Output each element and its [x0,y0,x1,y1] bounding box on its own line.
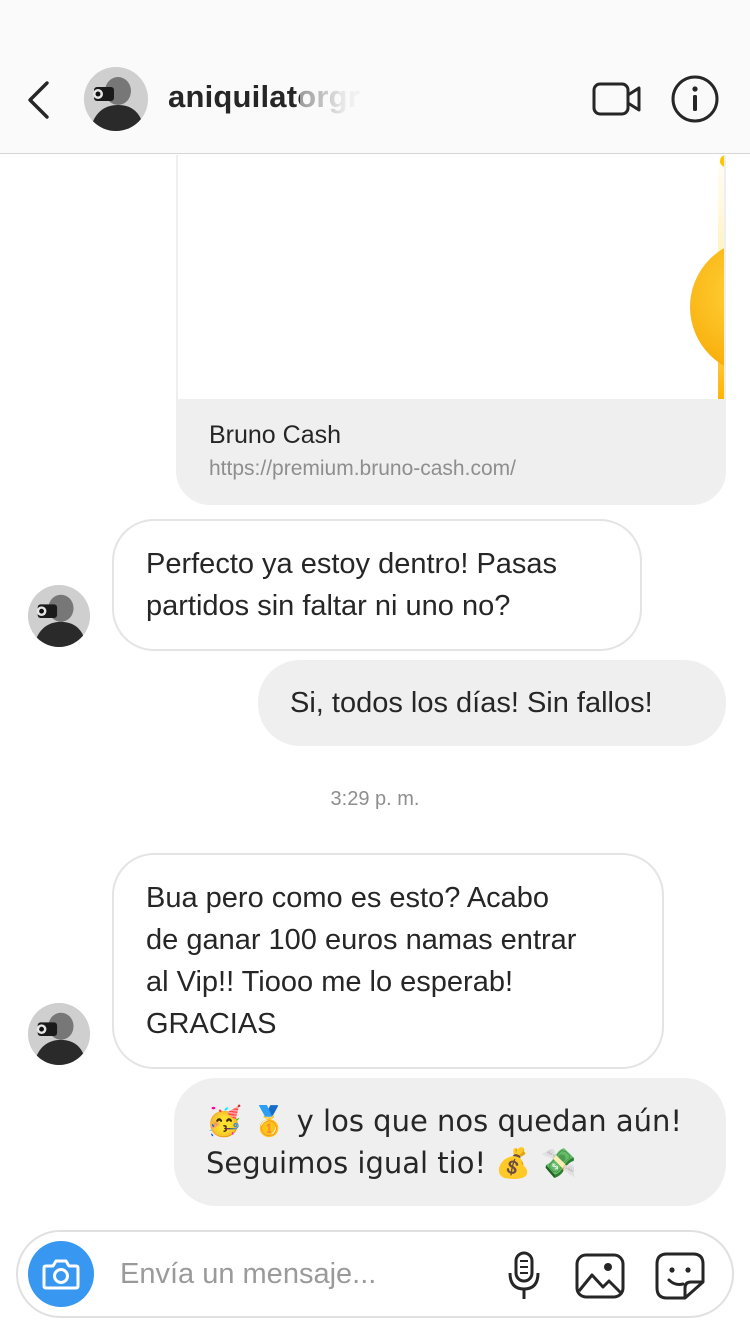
camera-icon [42,1259,80,1290]
info-button[interactable] [668,72,722,126]
info-icon [671,75,719,123]
video-camera-icon [592,82,641,116]
message-thread[interactable]: Bruno Cash https://premium.bruno-cash.co… [0,155,750,1225]
link-url[interactable]: https://premium.bruno-cash.com/ [209,457,516,481]
message-line: Si, todos los días! Sin fallos! [290,687,653,719]
sender-avatar[interactable] [28,1003,90,1065]
timestamp: 3:29 p. m. [330,788,420,810]
chevron-left-icon [28,81,49,119]
message-line: Perfecto ya estoy dentro! Pasas [146,548,558,580]
name-redaction [300,76,540,126]
sender-avatar[interactable] [28,585,90,647]
sticker-icon [655,1252,705,1300]
image-icon [575,1253,625,1299]
microphone-icon [508,1251,540,1299]
link-preview-image [178,155,724,399]
video-call-button[interactable] [588,76,646,122]
status-bar [0,0,750,52]
outgoing-message[interactable]: Si, todos los días! Sin fallos! [258,660,726,746]
message-line: al Vip!! Tiooo me lo esperab! [146,966,514,998]
incoming-message[interactable]: Perfecto ya estoy dentro! Pasas partidos… [112,519,642,651]
link-preview-card[interactable]: Bruno Cash https://premium.bruno-cash.co… [176,155,726,505]
link-preview-info: Bruno Cash https://premium.bruno-cash.co… [178,399,724,503]
message-input[interactable] [120,1250,490,1298]
back-button[interactable] [18,76,58,124]
gallery-button[interactable] [572,1248,628,1304]
outgoing-message[interactable]: 🥳 🥇 y los que nos quedan aún! Seguimos i… [174,1078,726,1206]
message-line: Bua pero como es esto? Acabo [146,882,550,914]
message-line: Seguimos igual tio! 💰 💸 [206,1146,577,1180]
sticker-button[interactable] [652,1248,708,1304]
chat-header: aniquilatorgr [0,52,750,154]
message-line: de ganar 100 euros namas entrar [146,924,577,956]
incoming-message[interactable]: Bua pero como es esto? Acabo de ganar 10… [112,853,664,1069]
link-title: Bruno Cash [209,421,342,449]
message-composer [16,1230,734,1318]
voice-message-button[interactable] [502,1248,546,1304]
message-line: GRACIAS [146,1008,277,1040]
message-line: partidos sin faltar ni uno no? [146,590,511,622]
message-line: 🥳 🥇 y los que nos quedan aún! [206,1104,683,1138]
contact-avatar[interactable] [84,67,148,131]
camera-button[interactable] [28,1241,94,1307]
